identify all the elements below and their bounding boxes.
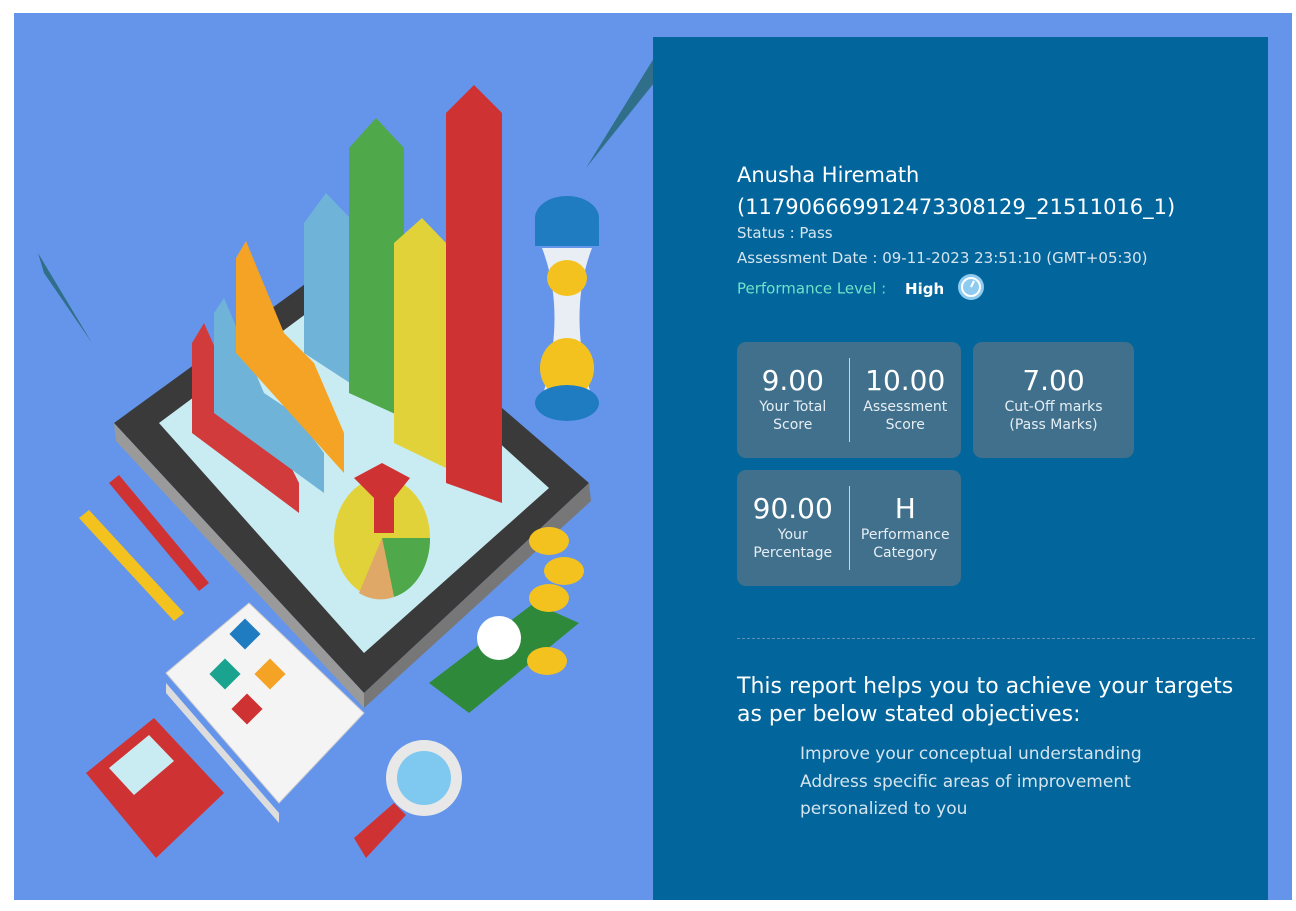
objective-item: Improve your conceptual understanding [800, 744, 1142, 764]
performance-level: Performance Level : High [737, 273, 985, 305]
category-label: Performance [860, 527, 950, 543]
total-score-value: 9.00 [761, 364, 824, 397]
assessment-score-label-2: Score [885, 417, 925, 433]
performance-category: H Performance Category [850, 470, 962, 586]
candidate-id: (117906669912473308129_21511016_1) [737, 195, 1176, 219]
analytics-illustration [38, 58, 654, 858]
total-score-label-2: Score [773, 417, 813, 433]
percentage-label-2: Percentage [753, 545, 833, 561]
percentage-label: Your [777, 527, 808, 543]
cutoff-marks: 7.00 Cut-Off marks (Pass Marks) [973, 342, 1134, 458]
candidate-name: Anusha Hiremath [737, 163, 920, 187]
objectives-list: Improve your conceptual understanding Ad… [800, 741, 1142, 824]
status-text: Status : Pass [737, 224, 833, 242]
cutoff-label: Cut-Off marks [1004, 399, 1103, 415]
assessment-score: 10.00 Assessment Score [850, 342, 962, 458]
objective-item: personalized to you [800, 799, 968, 819]
percentage-value: 90.00 [752, 492, 833, 525]
gauge-icon [957, 273, 985, 305]
objective-item: Address specific areas of improvement [800, 771, 1131, 792]
report-heading: This report helps you to achieve your ta… [737, 674, 1234, 727]
section-divider [737, 638, 1255, 639]
total-score: 9.00 Your Total Score [737, 342, 849, 458]
total-score-label: Your Total [759, 399, 827, 415]
score-card-cutoff: 7.00 Cut-Off marks (Pass Marks) [973, 342, 1134, 458]
cutoff-label-2: (Pass Marks) [1009, 417, 1098, 433]
assessment-score-value: 10.00 [865, 364, 946, 397]
category-label-2: Category [873, 545, 938, 561]
assessment-date: Assessment Date : 09-11-2023 23:51:10 (G… [737, 249, 1148, 267]
cutoff-value: 7.00 [1022, 364, 1085, 397]
candidate-name-block: Anusha Hiremath (117906669912473308129_2… [737, 159, 1175, 223]
performance-level-value: High [905, 279, 945, 298]
score-card-total: 9.00 Your Total Score 10.00 Assessment S… [737, 342, 961, 458]
score-card-percentage: 90.00 Your Percentage H Performance Cate… [737, 470, 961, 586]
assessment-score-label: Assessment [863, 399, 948, 415]
category-value: H [894, 492, 916, 525]
percentage: 90.00 Your Percentage [737, 470, 849, 586]
result-panel: Anusha Hiremath (117906669912473308129_2… [653, 37, 1268, 900]
performance-level-label: Performance Level : [737, 279, 887, 298]
